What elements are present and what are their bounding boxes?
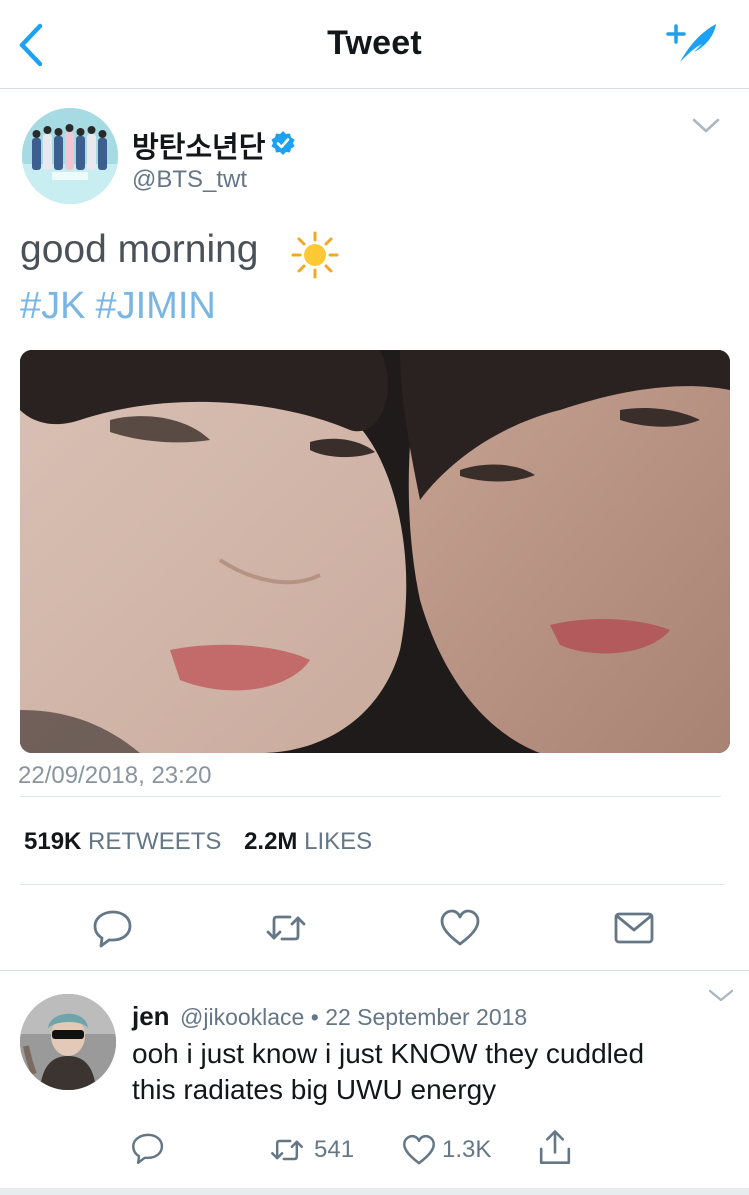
chevron-down-icon (708, 989, 734, 1002)
page-title: Tweet (327, 24, 422, 62)
likes-label[interactable]: LIKES (304, 828, 372, 855)
tweet-text: good morning (20, 228, 259, 271)
reply-meta: @jikooklace • 22 September 2018 (180, 1004, 527, 1031)
meta-separator: • (310, 1004, 319, 1030)
chevron-down-icon (692, 118, 720, 133)
reply-like-button[interactable]: 1.3K (400, 1130, 491, 1170)
tweet-stats: 519K RETWEETS 2.2M LIKES (24, 828, 388, 856)
like-icon (403, 1134, 435, 1165)
reply-icon (93, 910, 132, 948)
bottom-edge (0, 1188, 749, 1195)
like-icon (440, 909, 480, 946)
author-handle[interactable]: @BTS_twt (132, 166, 247, 194)
reply-avatar[interactable] (20, 994, 116, 1090)
message-icon (614, 912, 654, 944)
nav-bar: Tweet (0, 0, 749, 89)
reply-icon (132, 1133, 164, 1164)
tweet-options-button[interactable] (690, 112, 722, 140)
retweet-icon (271, 1139, 303, 1161)
selfie-photo (20, 350, 730, 753)
direct-message-button[interactable] (612, 906, 656, 950)
reply-button[interactable] (91, 906, 135, 950)
user-photo-avatar (20, 994, 116, 1090)
share-icon (539, 1130, 571, 1164)
reply-text: ooh i just know i just KNOW they cuddled… (132, 1036, 732, 1108)
compose-button[interactable] (664, 18, 724, 68)
reply-text-line: this radiates big UWU energy (132, 1074, 497, 1105)
hashtag-list: #JK #JIMIN (20, 284, 226, 328)
retweets-label[interactable]: RETWEETS (88, 828, 221, 855)
reply-handle[interactable]: @jikooklace (180, 1004, 304, 1030)
like-button[interactable] (438, 906, 482, 950)
sun-emoji (290, 230, 340, 280)
reply-author-name[interactable]: jen (132, 1001, 170, 1032)
reply-like-count: 1.3K (442, 1136, 492, 1163)
group-photo-avatar (22, 108, 118, 204)
tweet-timestamp: 22/09/2018, 23:20 (18, 762, 212, 789)
divider (20, 884, 725, 885)
author-name[interactable]: 방탄소년단 (132, 124, 265, 166)
reply-retweet-button[interactable]: 541 (268, 1130, 354, 1170)
reply-date: 22 September 2018 (325, 1004, 528, 1030)
reply-retweet-count: 541 (314, 1136, 355, 1163)
reply-share-button[interactable] (536, 1128, 576, 1168)
hashtag-jimin[interactable]: #JIMIN (95, 285, 215, 327)
retweet-button[interactable] (264, 906, 308, 950)
likes-count[interactable]: 2.2M (244, 828, 297, 855)
author-avatar[interactable] (22, 108, 118, 204)
retweet-icon (266, 915, 306, 941)
retweets-count[interactable]: 519K (24, 828, 81, 855)
hashtag-jk[interactable]: #JK (20, 285, 85, 327)
reply-options-button[interactable] (706, 986, 736, 1006)
compose-tweet-icon (666, 24, 716, 62)
divider (20, 796, 721, 797)
section-divider (0, 970, 749, 971)
reply-reply-button[interactable] (130, 1130, 170, 1170)
sun-icon (291, 231, 339, 279)
tweet-photo[interactable] (20, 350, 730, 753)
reply-text-line: ooh i just know i just KNOW they cuddled (132, 1038, 645, 1069)
verified-badge-icon (270, 130, 296, 156)
